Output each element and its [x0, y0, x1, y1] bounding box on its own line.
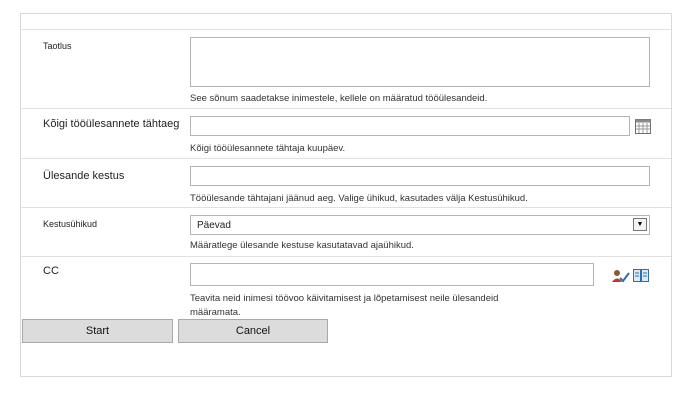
field-label-duration: Ülesande kestus — [43, 170, 125, 182]
field-row-cc: CC Teavita neid inimesi töövoo käivitami… — [21, 257, 671, 325]
field-row-request: Taotlus See sõnum saadetakse inimestele,… — [21, 30, 671, 109]
address-book-icon[interactable] — [633, 269, 649, 287]
field-description-duration-units: Määratlege ülesande kestuse kasutatavad … — [190, 240, 414, 251]
field-row-duration-units: Kestusühikud Päevad ▼ Määratlege ülesand… — [21, 208, 671, 257]
field-row-due-date: Kõigi tööülesannete tähtaeg Kõigi tööüle… — [21, 109, 671, 159]
cc-people-picker[interactable] — [190, 263, 594, 286]
field-description-cc: Teavita neid inimesi töövoo käivitamises… — [190, 293, 499, 304]
chevron-down-icon[interactable]: ▼ — [633, 218, 647, 231]
request-textarea[interactable] — [190, 37, 650, 87]
field-label-due-date: Kõigi tööülesannete tähtaeg — [43, 118, 180, 130]
field-description-cc-cont: määramata. — [190, 307, 241, 318]
field-label-duration-units: Kestusühikud — [43, 219, 98, 229]
field-label-cc: CC — [43, 265, 59, 277]
duration-input[interactable] — [190, 166, 650, 186]
field-description-duration: Tööülesande tähtajani jäänud aeg. Valige… — [190, 193, 528, 204]
field-description-request: See sõnum saadetakse inimestele, kellele… — [190, 93, 488, 104]
field-description-due-date: Kõigi tööülesannete tähtaja kuupäev. — [190, 143, 346, 154]
check-names-icon[interactable] — [612, 269, 630, 288]
duration-units-select[interactable]: Päevad ▼ — [190, 215, 650, 235]
cancel-button[interactable]: Cancel — [178, 319, 328, 343]
duration-units-selected: Päevad — [197, 220, 231, 231]
start-button[interactable]: Start — [22, 319, 173, 343]
field-label-request: Taotlus — [43, 41, 72, 51]
calendar-icon[interactable] — [635, 119, 651, 139]
due-date-input[interactable] — [190, 116, 630, 136]
field-row-duration: Ülesande kestus Tööülesande tähtajani jä… — [21, 159, 671, 208]
